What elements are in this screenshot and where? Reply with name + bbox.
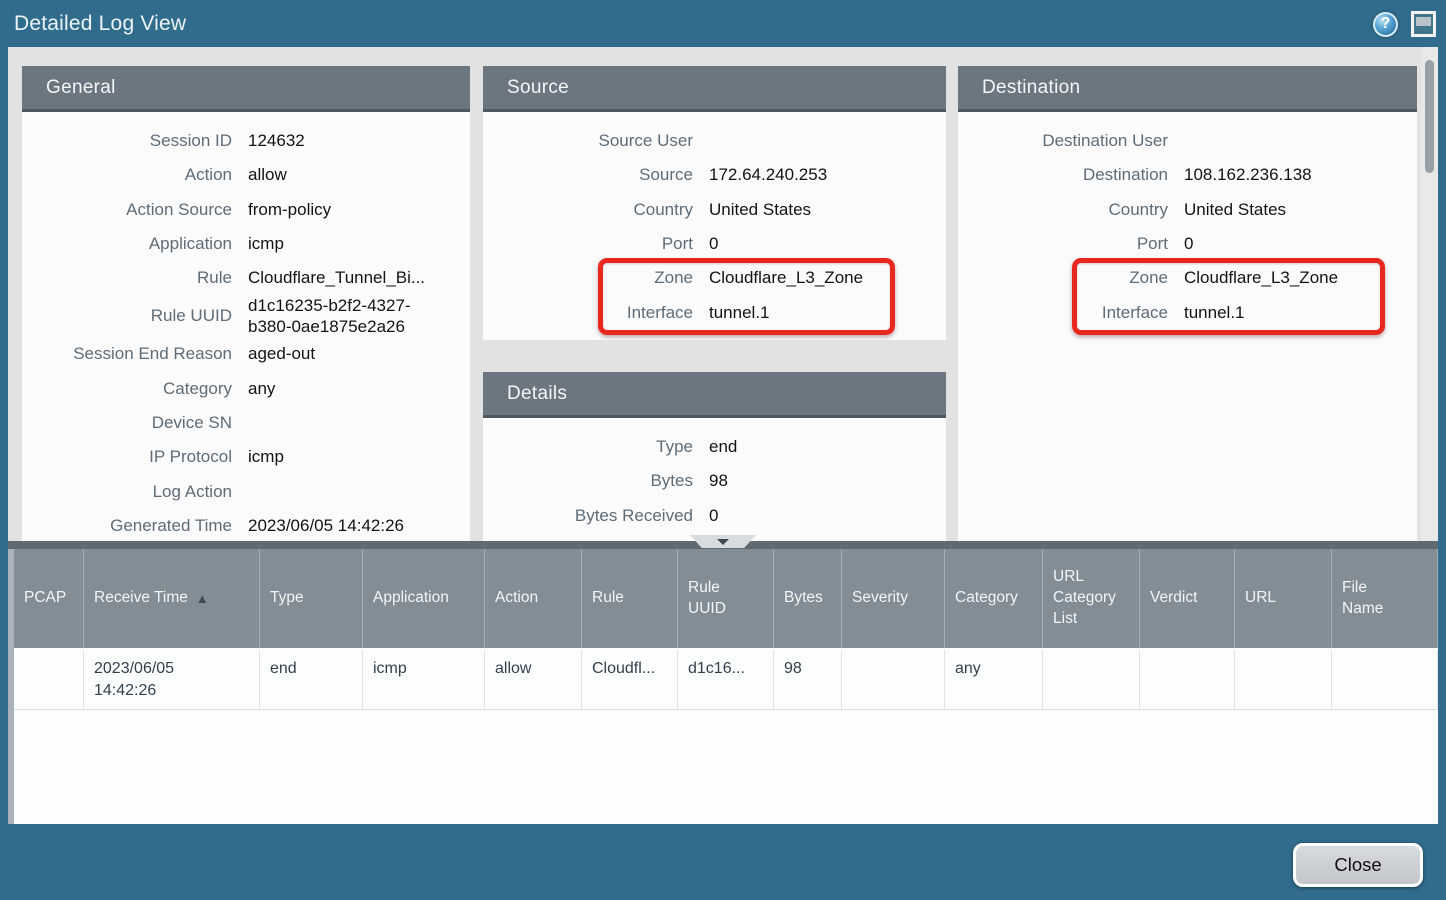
field-destination-port: Port0	[958, 227, 1417, 261]
field-destination: Destination108.162.236.138	[958, 158, 1417, 192]
cell-receive-time: 2023/06/05 14:42:26	[84, 650, 260, 709]
field-session-end-reason: Session End Reasonaged-out	[22, 337, 470, 371]
close-button[interactable]: Close	[1293, 843, 1423, 887]
source-panel-body: Source User Source172.64.240.253 Country…	[483, 112, 946, 330]
column-header-url-category-list[interactable]: URL Category List	[1043, 549, 1140, 648]
column-header-url[interactable]: URL	[1235, 549, 1332, 648]
pane-splitter[interactable]	[8, 541, 1438, 549]
field-destination-interface: Interfacetunnel.1	[958, 296, 1417, 330]
field-type: Typeend	[483, 430, 946, 464]
cell-rule: Cloudfl...	[582, 650, 678, 709]
chevron-down-icon	[717, 539, 729, 545]
column-header-bytes[interactable]: Bytes	[774, 549, 842, 648]
cell-file-name	[1332, 650, 1438, 709]
cell-severity	[842, 650, 945, 709]
column-header-receive-time[interactable]: Receive Time▲	[84, 549, 260, 648]
general-panel: General Session ID124632 Actionallow Act…	[22, 66, 470, 541]
sort-ascending-icon: ▲	[196, 590, 209, 608]
column-header-application[interactable]: Application	[363, 549, 485, 648]
cell-rule-uuid: d1c16...	[678, 650, 774, 709]
field-rule: RuleCloudflare_Tunnel_Bi...	[22, 262, 470, 296]
column-header-verdict[interactable]: Verdict	[1140, 549, 1235, 648]
dialog-titlebar: Detailed Log View ?	[0, 0, 1446, 47]
titlebar-icons: ?	[1373, 11, 1436, 37]
cell-category: any	[945, 650, 1043, 709]
scrollbar-thumb[interactable]	[1425, 60, 1434, 173]
help-glyph: ?	[1381, 15, 1391, 33]
source-panel: Source Source User Source172.64.240.253 …	[483, 66, 946, 340]
details-panel-header: Details	[483, 372, 946, 418]
window-restore-icon[interactable]	[1411, 11, 1436, 37]
column-header-action[interactable]: Action	[485, 549, 582, 648]
field-rule-uuid: Rule UUIDd1c16235-b2f2-4327-b380-0ae1875…	[22, 296, 470, 337]
details-panel: Details Typeend Bytes98 Bytes Received0	[483, 372, 946, 541]
general-panel-header: General	[22, 66, 470, 112]
field-source-user: Source User	[483, 124, 946, 158]
column-header-type[interactable]: Type	[260, 549, 363, 648]
field-source-port: Port0	[483, 227, 946, 261]
field-source-interface: Interfacetunnel.1	[483, 296, 946, 330]
field-bytes-received: Bytes Received0	[483, 499, 946, 533]
field-source-zone: ZoneCloudflare_L3_Zone	[483, 262, 946, 296]
field-application: Applicationicmp	[22, 227, 470, 261]
cell-type: end	[260, 650, 363, 709]
help-icon[interactable]: ?	[1373, 12, 1398, 37]
column-header-pcap[interactable]: PCAP	[14, 549, 84, 648]
destination-panel-header: Destination	[958, 66, 1417, 112]
destination-panel-body: Destination User Destination108.162.236.…	[958, 112, 1417, 330]
collapse-handle[interactable]	[690, 535, 756, 548]
general-panel-body: Session ID124632 Actionallow Action Sour…	[22, 112, 470, 541]
cell-verdict	[1140, 650, 1235, 709]
cell-bytes: 98	[774, 650, 842, 709]
column-header-rule-uuid[interactable]: Rule UUID	[678, 549, 774, 648]
destination-panel: Destination Destination User Destination…	[958, 66, 1417, 541]
field-log-action: Log Action	[22, 475, 470, 509]
log-detail-content: General Session ID124632 Actionallow Act…	[8, 47, 1438, 541]
field-category: Categoryany	[22, 372, 470, 406]
field-source: Source172.64.240.253	[483, 158, 946, 192]
field-action: Actionallow	[22, 158, 470, 192]
details-panel-body: Typeend Bytes98 Bytes Received0	[483, 418, 946, 533]
field-ip-protocol: IP Protocolicmp	[22, 441, 470, 475]
field-destination-zone: ZoneCloudflare_L3_Zone	[958, 262, 1417, 296]
field-bytes: Bytes98	[483, 464, 946, 498]
log-table-header: PCAP Receive Time▲ Type Application Acti…	[14, 549, 1438, 648]
column-header-category[interactable]: Category	[945, 549, 1043, 648]
table-row[interactable]: 2023/06/05 14:42:26 end icmp allow Cloud…	[14, 648, 1438, 710]
source-panel-header: Source	[483, 66, 946, 112]
log-table: PCAP Receive Time▲ Type Application Acti…	[8, 549, 1438, 824]
window-restore-glyph	[1416, 17, 1431, 26]
column-header-rule[interactable]: Rule	[582, 549, 678, 648]
field-generated-time: Generated Time2023/06/05 14:42:26	[22, 509, 470, 541]
dialog-title: Detailed Log View	[14, 12, 186, 36]
cell-url-category-list	[1043, 650, 1140, 709]
field-source-country: CountryUnited States	[483, 193, 946, 227]
field-session-id: Session ID124632	[22, 124, 470, 158]
vertical-scrollbar[interactable]	[1421, 47, 1438, 541]
field-device-sn: Device SN	[22, 406, 470, 440]
cell-application: icmp	[363, 650, 485, 709]
cell-action: allow	[485, 650, 582, 709]
field-destination-user: Destination User	[958, 124, 1417, 158]
column-header-severity[interactable]: Severity	[842, 549, 945, 648]
field-action-source: Action Sourcefrom-policy	[22, 193, 470, 227]
cell-url	[1235, 650, 1332, 709]
column-header-file-name[interactable]: File Name	[1332, 549, 1438, 648]
cell-pcap	[14, 650, 84, 709]
field-destination-country: CountryUnited States	[958, 193, 1417, 227]
